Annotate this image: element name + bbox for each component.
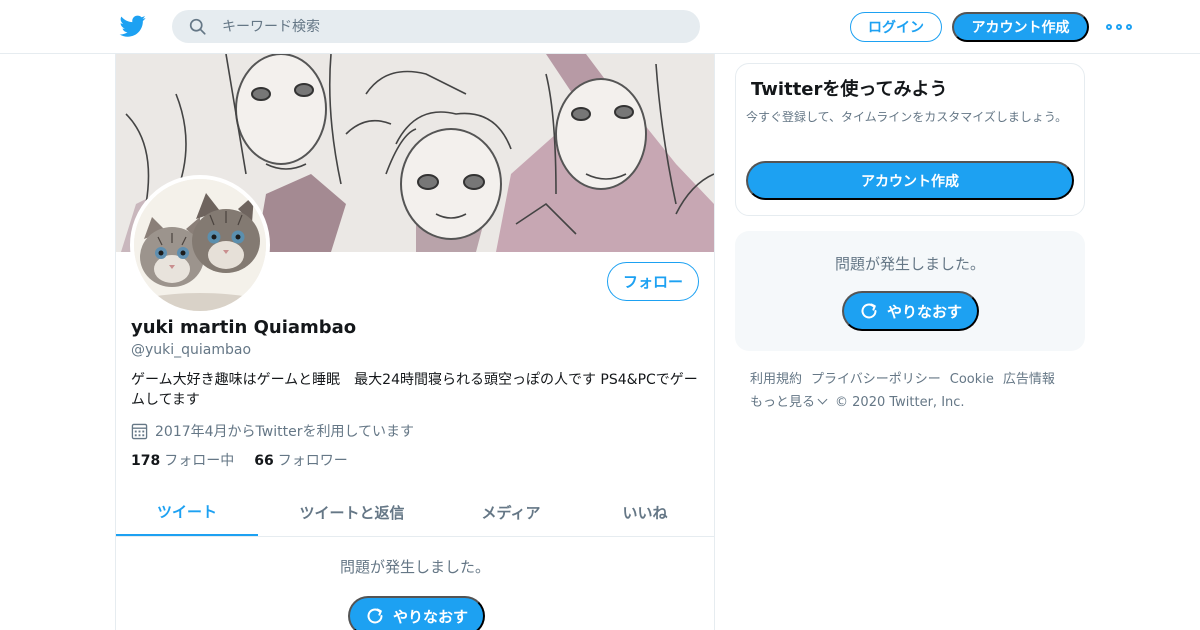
sidebar-error-text: 問題が発生しました。 [834,255,985,273]
search-input[interactable] [222,10,682,43]
footer-copyright: © 2020 Twitter, Inc. [835,395,965,410]
search-box[interactable] [172,10,700,43]
profile-handle[interactable]: @yuki_quiambao [131,342,251,358]
promo-title: Twitterを使ってみよう [751,79,948,100]
profile-name: yuki martin Quiambao [131,317,357,338]
top-navigation-bar: ログイン アカウント作成 [0,0,1200,54]
calendar-icon [131,423,148,439]
footer-link-privacy[interactable]: プライバシーポリシー [811,368,941,391]
footer-link-ads[interactable]: 広告情報 [1003,368,1055,391]
profile-tabs: ツイート ツイートと返信 メディア いいね [116,488,714,537]
search-icon [189,18,206,35]
chevron-down-icon [817,394,828,405]
more-dots-icon[interactable] [1106,17,1132,37]
footer-more-label: もっと見る [750,395,816,410]
promo-signup-button[interactable]: アカウント作成 [746,161,1074,200]
refresh-icon [861,303,877,319]
twitter-bird-icon[interactable] [119,13,147,39]
signup-button[interactable]: アカウント作成 [952,12,1089,42]
followers-label: フォロワー [277,453,348,469]
timeline-retry-button[interactable]: やりなおす [348,596,485,630]
tab-likes[interactable]: いいね [576,488,714,536]
joined-text: 2017年4月からTwitterを利用しています [155,424,415,440]
followers-count: 66 [254,453,274,469]
retry-label: やりなおす [392,607,468,626]
follow-button[interactable]: フォロー [607,262,699,301]
followers-stat[interactable]: 66 フォロワー [254,450,347,470]
footer-link-terms[interactable]: 利用規約 [750,368,802,391]
profile-joined: 2017年4月からTwitterを利用しています [131,421,414,441]
signup-promo-card: Twitterを使ってみよう 今すぐ登録して、タイムラインをカスタマイズしましょ… [735,63,1085,216]
profile-bio: ゲーム大好き趣味はゲームと睡眠 最大24時間寝られる頭空っぽの人です PS4&P… [131,372,698,408]
tab-media[interactable]: メディア [446,488,576,536]
retry-label: やりなおす [886,302,962,321]
profile-column: フォロー yuki martin Quiambao @yuki_quiambao… [115,54,715,630]
footer-more-link[interactable]: もっと見る [750,391,828,414]
profile-stats: 178 フォロー中 66 フォロワー [131,450,348,470]
avatar[interactable] [130,175,270,315]
footer-link-cookie[interactable]: Cookie [950,368,994,391]
tab-tweets-and-replies[interactable]: ツイートと返信 [258,488,446,536]
timeline-error-text: 問題が発生しました。 [339,558,490,576]
login-button[interactable]: ログイン [850,12,942,42]
refresh-icon [367,608,383,624]
following-label: フォロー中 [164,453,235,469]
sidebar-error-card: 問題が発生しました。 やりなおす [735,231,1085,351]
following-count: 178 [131,453,161,469]
following-stat[interactable]: 178 フォロー中 [131,450,234,470]
promo-text: 今すぐ登録して、タイムラインをカスタマイズしましょう。 [746,110,1068,124]
tab-tweets[interactable]: ツイート [116,488,258,536]
footer-links: 利用規約 プライバシーポリシー Cookie 広告情報 もっと見る © 2020… [750,368,1090,414]
sidebar-retry-button[interactable]: やりなおす [842,291,979,331]
kittens-avatar [134,179,266,311]
